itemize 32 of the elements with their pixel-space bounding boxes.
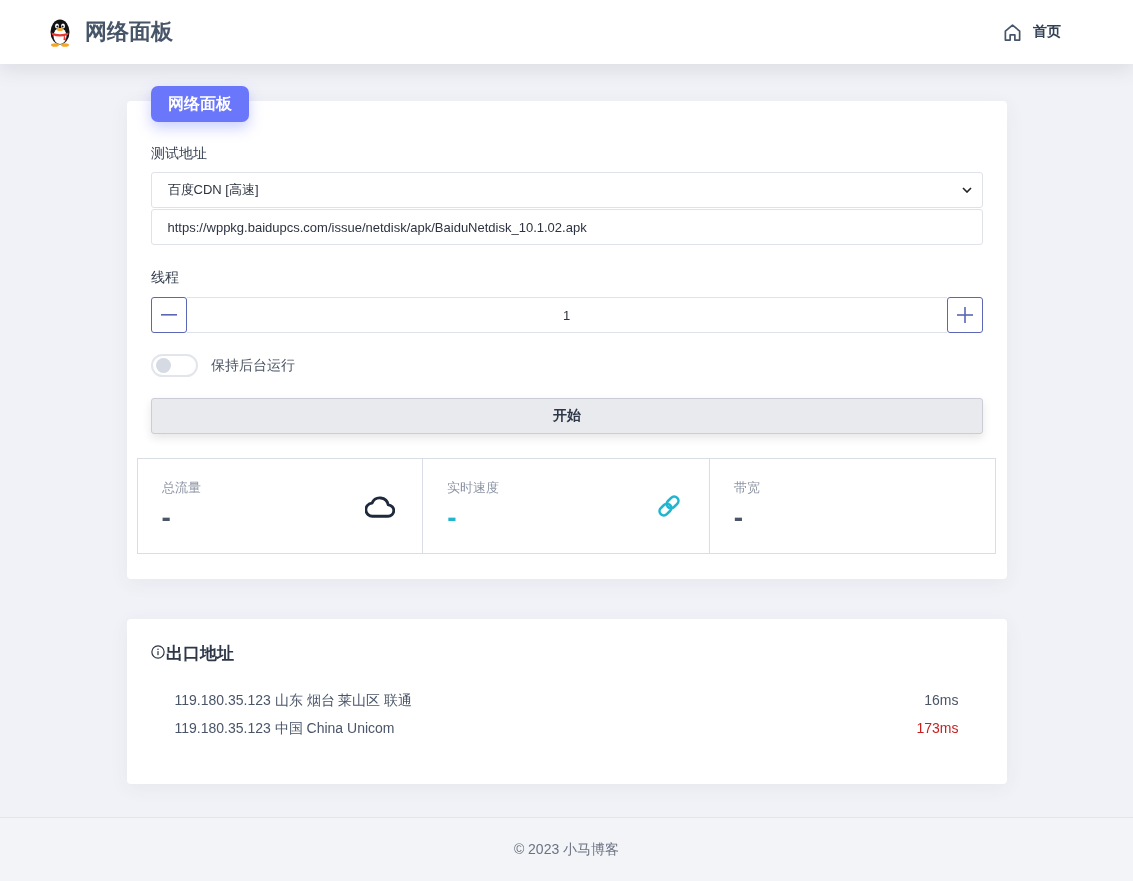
field-label: 测试地址 — [150, 144, 208, 163]
copyright-text: © 2023 小马博客 — [513, 840, 620, 859]
server-select[interactable]: 百度CDN [高速] — [150, 172, 983, 208]
plus-icon — [956, 307, 973, 323]
stat-value: - — [447, 501, 457, 535]
home-icon — [1003, 22, 1022, 42]
latency-text: 173ms — [916, 719, 959, 738]
stat-value: - — [733, 501, 744, 535]
ip-address-text: 119.180.35.123 山东 烟台 莱山区 联通 — [174, 691, 413, 710]
minus-icon — [160, 314, 177, 316]
panel-badge: 网络面板 — [150, 86, 249, 122]
site-title: 网络面板 — [85, 18, 173, 46]
url-input[interactable]: https://wppkg.baidupcs.com/issue/netdisk/apk/BaiduNetdisk_10.1.02.apk — [150, 209, 983, 245]
stat-label: 总流量 — [161, 479, 201, 497]
chevron-down-icon — [961, 187, 972, 193]
increase-button[interactable] — [946, 297, 983, 333]
stat-label: 带宽 — [733, 479, 760, 497]
latency-text: 16ms — [924, 691, 959, 710]
toggle-label: 保持后台运行 — [210, 356, 295, 375]
toggle-switch[interactable] — [150, 354, 198, 377]
cloud-icon — [365, 496, 396, 518]
thread-count-input[interactable]: 1 — [186, 297, 947, 333]
home-link[interactable]: 首页 — [1003, 22, 1061, 42]
info-icon — [150, 645, 165, 659]
stat-value: - — [161, 501, 171, 535]
section-title: 出口地址 — [165, 643, 234, 665]
decrease-button[interactable] — [150, 297, 187, 333]
stat-label: 实时速度 — [447, 479, 500, 497]
field-label: 线程 — [150, 268, 180, 287]
link-icon — [655, 493, 682, 519]
start-button[interactable]: 开始 — [150, 398, 983, 434]
ip-address-text: 119.180.35.123 中国 China Unicom — [174, 719, 395, 738]
